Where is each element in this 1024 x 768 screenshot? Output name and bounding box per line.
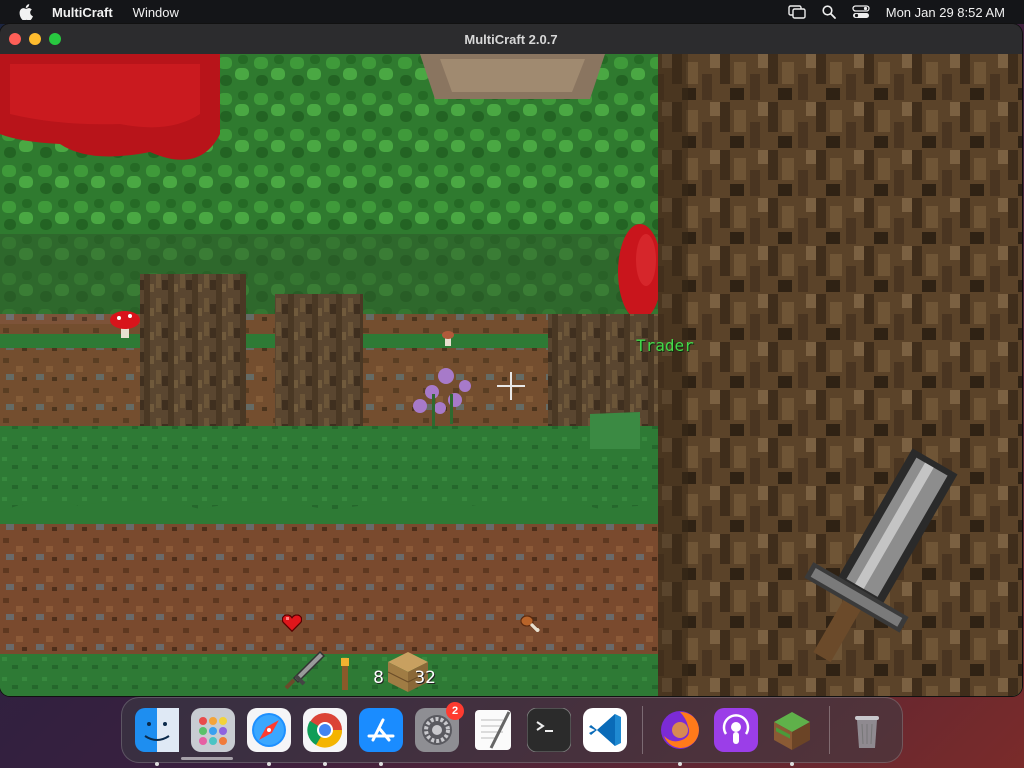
terminal-icon[interactable] xyxy=(525,706,573,754)
apple-icon[interactable] xyxy=(18,4,34,20)
menubar-clock[interactable]: Mon Jan 29 8:52 AM xyxy=(886,5,1005,20)
torch-icon xyxy=(341,658,349,690)
control-center-icon[interactable] xyxy=(852,5,870,19)
notification-badge: 2 xyxy=(446,702,464,720)
game-viewport[interactable]: Trader 8 32 xyxy=(0,54,1022,696)
running-indicator xyxy=(155,762,159,766)
menubar-window-menu[interactable]: Window xyxy=(133,5,179,20)
launchpad-icon[interactable] xyxy=(189,706,237,754)
running-indicator xyxy=(379,762,383,766)
textedit-icon[interactable] xyxy=(469,706,517,754)
firefox-icon[interactable] xyxy=(656,706,704,766)
app-store-icon[interactable] xyxy=(357,706,405,766)
trash-icon[interactable] xyxy=(843,706,891,754)
running-indicator xyxy=(323,762,327,766)
dock-hover-indicator xyxy=(181,757,233,760)
hotbar: 8 32 xyxy=(282,646,438,696)
dock: 2 xyxy=(121,697,903,766)
hotbar-slot-planks[interactable]: 32 xyxy=(386,648,438,694)
finder-icon[interactable] xyxy=(133,706,181,766)
multicraft-icon[interactable] xyxy=(768,706,816,766)
minimize-button[interactable] xyxy=(29,33,41,45)
menubar-app-name[interactable]: MultiCraft xyxy=(52,5,113,20)
settings-icon[interactable]: 2 xyxy=(413,702,464,754)
chrome-icon[interactable] xyxy=(301,706,349,766)
running-indicator xyxy=(267,762,271,766)
dock-separator xyxy=(642,706,643,754)
screen-mirroring-icon[interactable] xyxy=(788,5,806,19)
window-titlebar[interactable]: MultiCraft 2.0.7 xyxy=(0,24,1022,54)
heart-icon xyxy=(282,614,302,632)
crosshair xyxy=(497,372,525,400)
traffic-lights xyxy=(9,33,61,45)
npc-nametag: Trader xyxy=(636,336,694,355)
drumstick-icon xyxy=(520,615,540,632)
close-button[interactable] xyxy=(9,33,21,45)
hotbar-slot-sword[interactable] xyxy=(282,648,334,694)
dock-separator xyxy=(829,706,830,754)
multicraft-window: MultiCraft 2.0.7 Trader 8 32 xyxy=(0,24,1022,696)
hotbar-count: 8 xyxy=(373,668,384,688)
hotbar-count: 32 xyxy=(414,668,436,688)
stone-sword-icon xyxy=(284,650,326,690)
window-title: MultiCraft 2.0.7 xyxy=(464,31,558,47)
vscode-icon[interactable] xyxy=(581,706,629,754)
menubar-status-area: Mon Jan 29 8:52 AM xyxy=(788,0,1005,24)
podcasts-icon[interactable] xyxy=(712,706,760,754)
running-indicator xyxy=(790,762,794,766)
menu-bar: MultiCraft Window Mon Jan 29 8:52 AM xyxy=(0,0,1024,24)
fullscreen-button[interactable] xyxy=(49,33,61,45)
safari-icon[interactable] xyxy=(245,706,293,766)
running-indicator xyxy=(678,762,682,766)
search-icon[interactable] xyxy=(822,5,836,19)
hotbar-slot-torch[interactable]: 8 xyxy=(334,648,386,694)
